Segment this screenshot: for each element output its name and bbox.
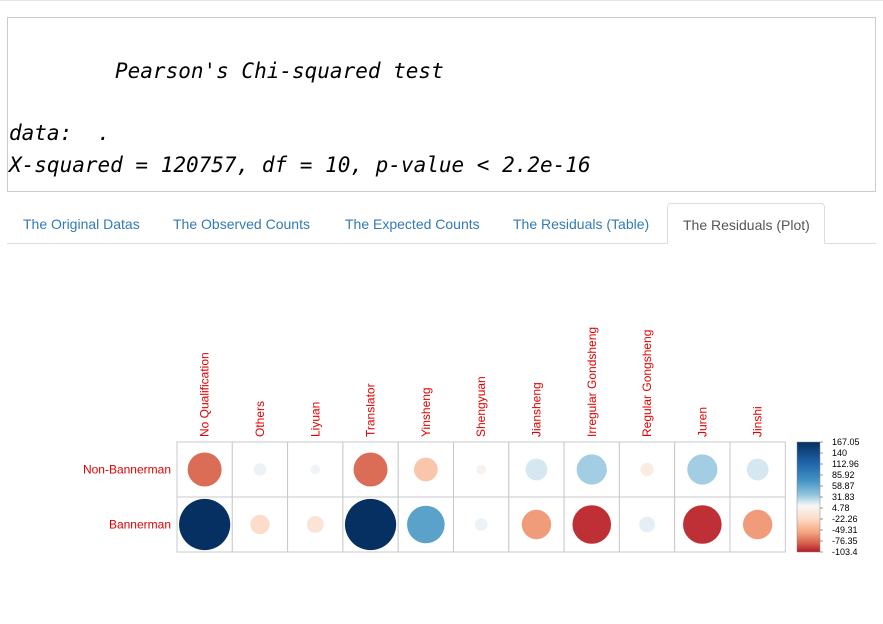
scale-label: 167.05	[832, 437, 860, 447]
row-label: Non-Bannerman	[83, 463, 171, 477]
residuals-correlation-plot: No Qualification Others Liyuan Translator Yi…	[83, 327, 860, 557]
residual-circle	[742, 509, 773, 540]
column-label: Juren	[695, 407, 709, 437]
tab-residuals-table[interactable]: The Residuals (Table)	[513, 203, 649, 244]
column-label: Others	[253, 401, 267, 437]
scale-label: 4.78	[832, 503, 850, 513]
column-label: Jiansheng	[529, 382, 543, 437]
column-label: Translator	[364, 383, 378, 437]
scale-label: -103.4	[832, 547, 858, 557]
column-label: Liyuan	[308, 402, 322, 437]
column-label: Jinshi	[751, 406, 765, 437]
scale-label: -49.31	[832, 525, 858, 535]
residual-circle	[253, 463, 267, 476]
scale-label: -76.35	[832, 536, 858, 546]
residual-circle	[310, 464, 321, 475]
tab-original-datas[interactable]: The Original Datas	[23, 203, 140, 244]
scale-label: 140	[832, 448, 847, 458]
residual-circle	[746, 458, 769, 481]
residual-circle	[576, 454, 607, 485]
column-label: Regular Gongsheng	[640, 330, 654, 437]
residual-circle	[306, 516, 324, 533]
tab-expected-counts[interactable]: The Expected Counts	[345, 203, 480, 244]
statistic-line: X-squared = 120757, df = 10, p-value < 2…	[9, 153, 591, 177]
residual-circle	[640, 462, 654, 477]
scale-label: 31.83	[832, 492, 855, 502]
test-title: Pearson's Chi-squared test	[115, 59, 444, 83]
tab-bar: The Original Datas The Observed Counts T…	[7, 203, 876, 244]
residual-circle	[525, 458, 548, 481]
residual-circle	[250, 514, 270, 535]
residual-circle	[521, 509, 552, 540]
column-label: Irregular Gondsheng	[585, 327, 599, 437]
residual-circle	[413, 457, 438, 482]
column-label: Yinsheng	[419, 387, 433, 437]
top-divider	[0, 0, 883, 1]
residual-circle	[474, 518, 488, 531]
color-scale-bar	[796, 441, 821, 553]
residual-circle	[179, 498, 231, 551]
tab-residuals-plot[interactable]: The Residuals (Plot)	[667, 203, 825, 244]
residual-circle	[187, 452, 222, 487]
scale-label: 85.92	[832, 470, 855, 480]
scale-label: 112.96	[832, 459, 859, 469]
residual-circle	[687, 454, 718, 485]
row-label: Bannerman	[109, 518, 171, 532]
data-line: data: .	[9, 121, 111, 145]
residual-circle	[683, 505, 722, 544]
residual-circle	[572, 505, 612, 544]
scale-label: -22.26	[832, 514, 858, 524]
residual-circle	[476, 464, 487, 475]
residual-circle	[344, 498, 397, 551]
scale-label: 58.87	[832, 481, 855, 491]
residual-circle	[353, 452, 388, 487]
residual-circle	[639, 516, 655, 533]
tab-observed-counts[interactable]: The Observed Counts	[173, 203, 310, 244]
residual-circle	[407, 505, 445, 544]
column-label: No Qualification	[198, 352, 212, 437]
column-label: Shengyuan	[474, 376, 488, 437]
